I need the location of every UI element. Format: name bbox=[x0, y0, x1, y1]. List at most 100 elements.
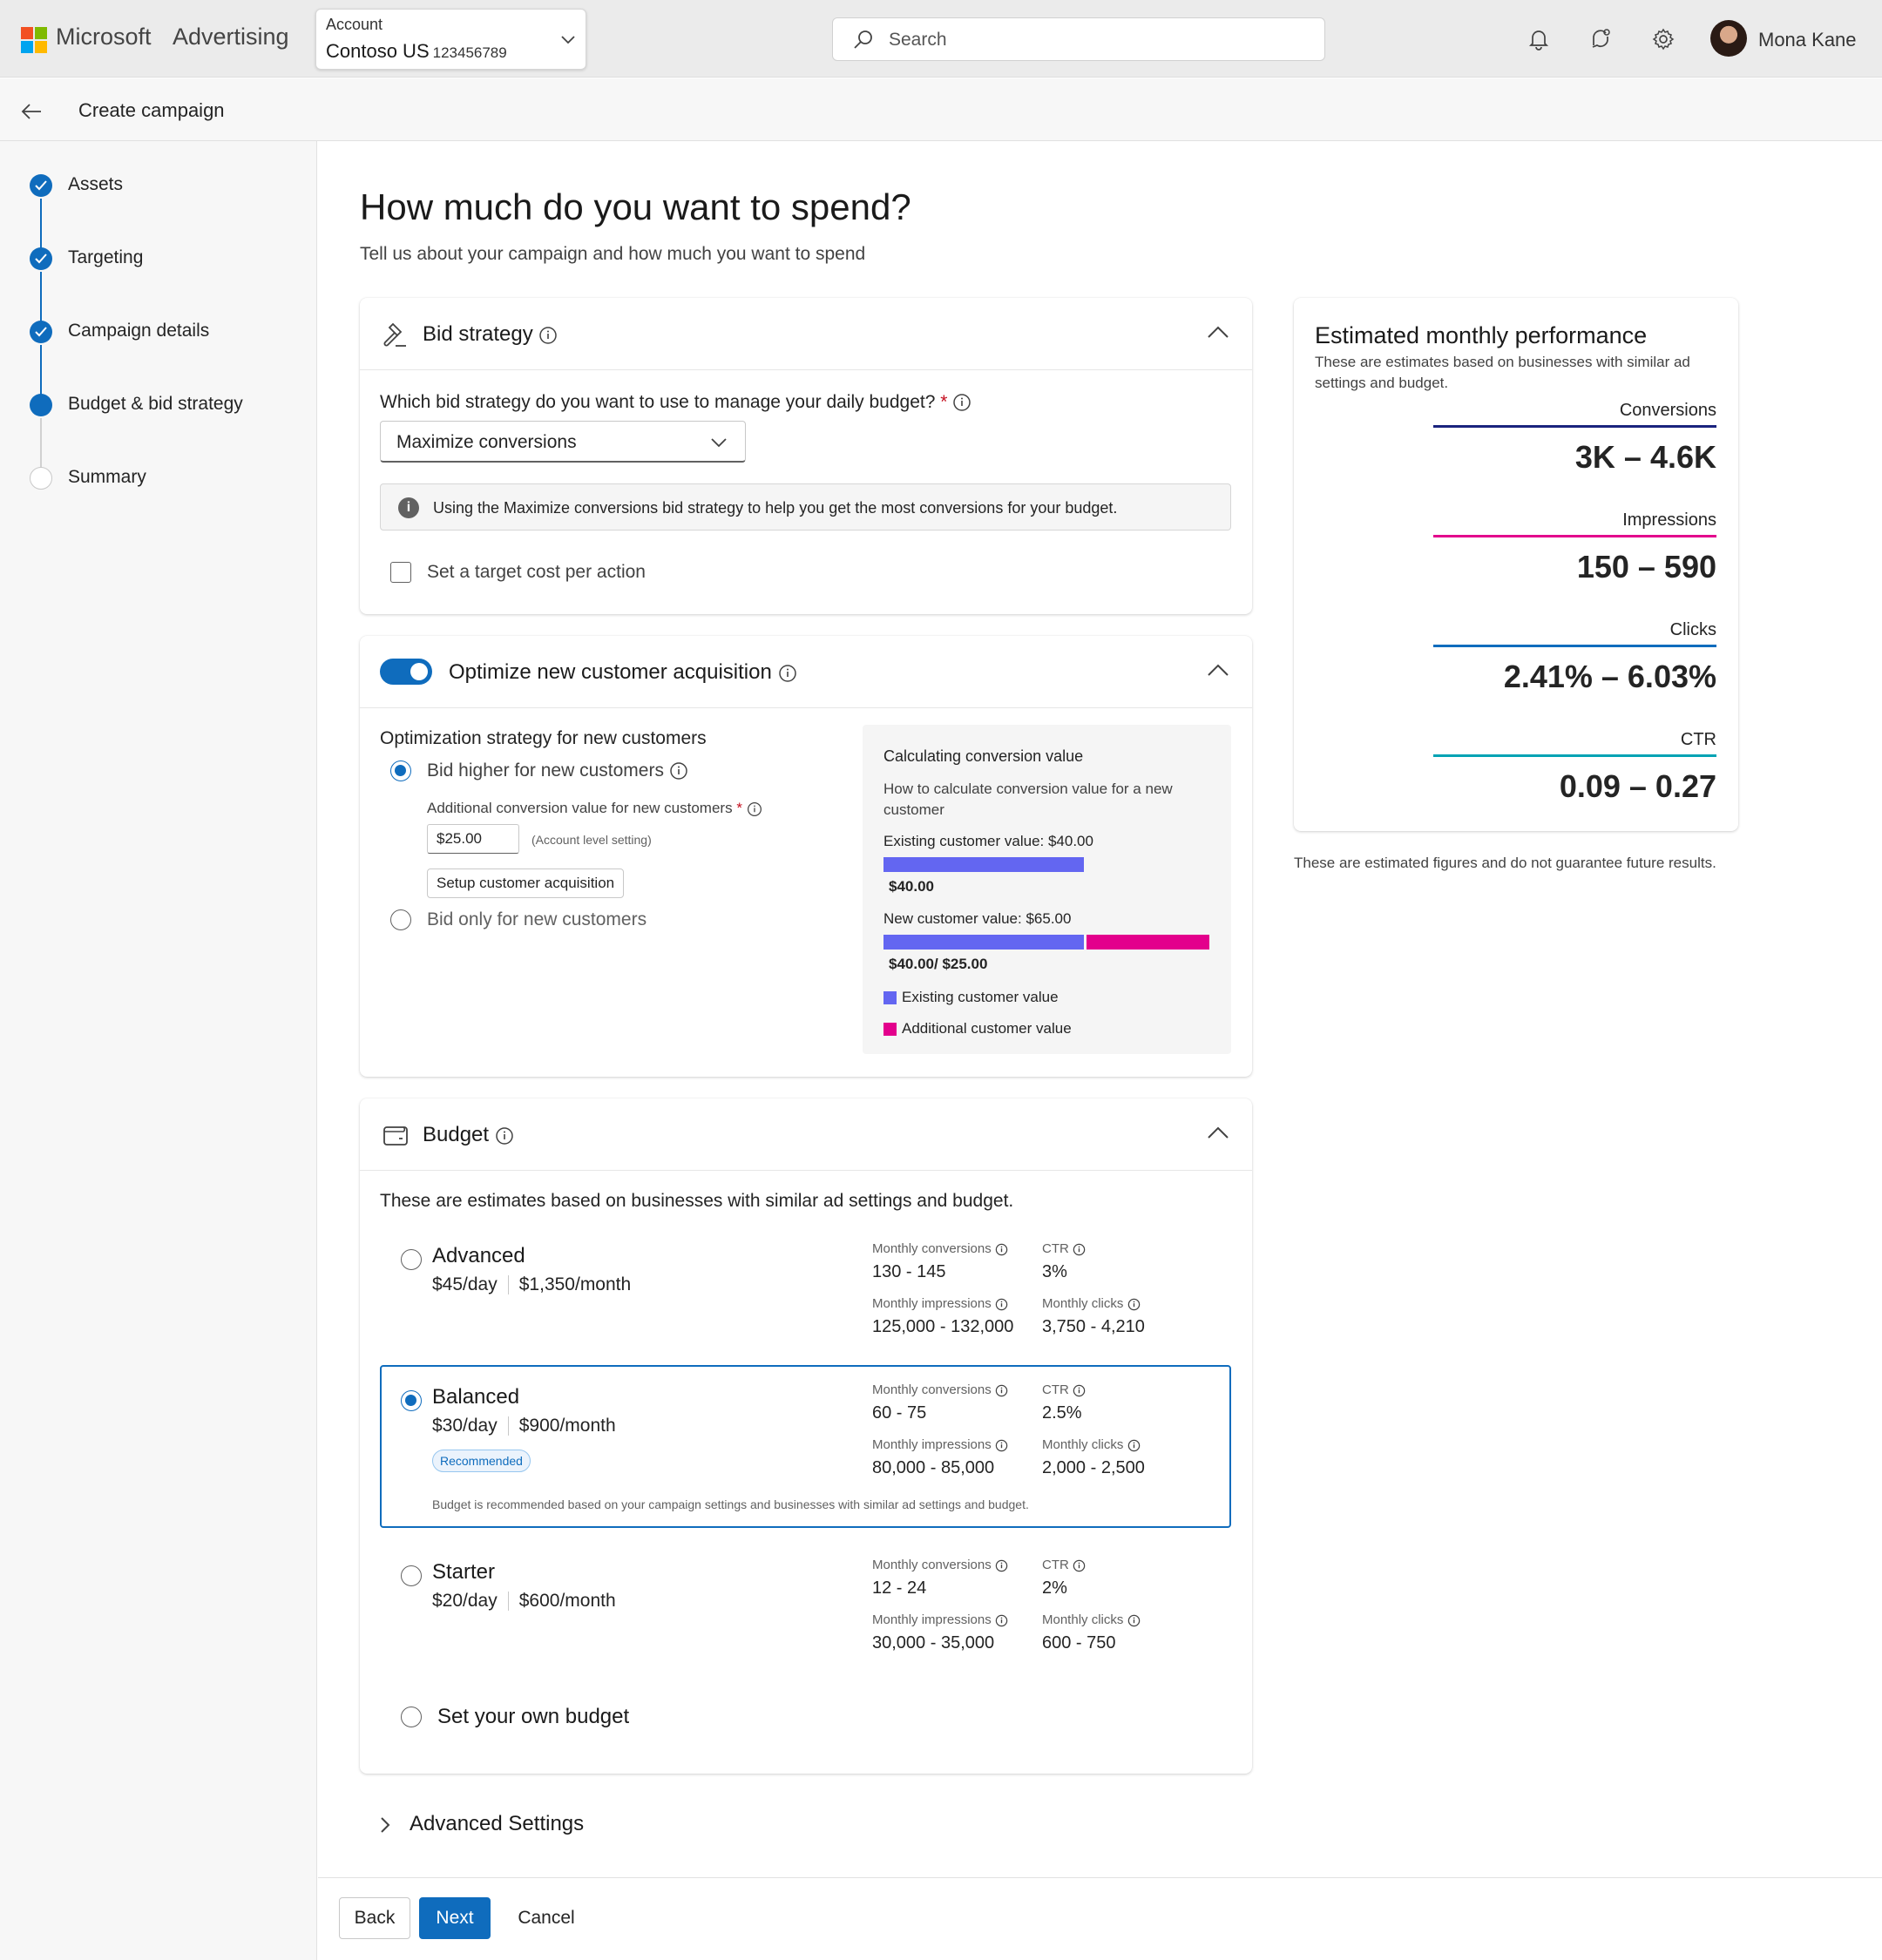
info-icon[interactable] bbox=[747, 801, 762, 817]
bid-higher-label[interactable]: Bid higher for new customers bbox=[427, 760, 688, 781]
budget-header[interactable]: Budget bbox=[360, 1098, 1252, 1171]
step-navigation: Assets Targeting Campaign details Budget… bbox=[0, 141, 317, 1960]
step-complete-icon bbox=[30, 174, 52, 197]
page-subtitle: Tell us about your campaign and how much… bbox=[360, 244, 866, 264]
starter-day-amount: $20 bbox=[432, 1591, 464, 1611]
own-budget-radio[interactable] bbox=[401, 1707, 422, 1727]
new-value-additional-bar bbox=[1087, 935, 1209, 950]
metric-label-text: Monthly clicks bbox=[1042, 1296, 1124, 1311]
account-label: Account bbox=[326, 16, 383, 33]
top-bar: Microsoft Advertising Account Contoso US… bbox=[0, 0, 1882, 78]
info-icon[interactable] bbox=[1127, 1298, 1141, 1311]
required-mark: * bbox=[736, 800, 742, 816]
info-icon[interactable] bbox=[995, 1559, 1008, 1572]
info-icon[interactable] bbox=[995, 1243, 1008, 1256]
optimization-strategy-label: Optimization strategy for new customers bbox=[380, 728, 707, 748]
bid-higher-radio[interactable] bbox=[390, 760, 411, 781]
info-icon[interactable] bbox=[952, 393, 971, 412]
bid-only-radio[interactable] bbox=[390, 909, 411, 930]
info-icon[interactable] bbox=[538, 326, 558, 345]
chevron-up-icon[interactable] bbox=[1207, 1125, 1229, 1142]
step-pending-icon bbox=[30, 467, 52, 490]
target-cpa-checkbox[interactable] bbox=[390, 562, 411, 583]
perf-impressions-value: 150 – 590 bbox=[1576, 549, 1716, 585]
info-icon[interactable] bbox=[1127, 1614, 1141, 1627]
target-cpa-label[interactable]: Set a target cost per action bbox=[427, 562, 646, 583]
balanced-note: Budget is recommended based on your camp… bbox=[432, 1497, 1029, 1511]
bid-strategy-header[interactable]: Bid strategy bbox=[360, 298, 1252, 370]
existing-value-bar-label: $40.00 bbox=[889, 878, 934, 895]
legend-additional-swatch bbox=[883, 1023, 897, 1036]
info-icon[interactable] bbox=[1073, 1243, 1086, 1256]
whats-new-icon[interactable] bbox=[1588, 26, 1614, 52]
account-level-note: (Account level setting) bbox=[531, 833, 652, 847]
info-icon[interactable] bbox=[995, 1439, 1008, 1452]
info-icon[interactable] bbox=[995, 1614, 1008, 1627]
step-label: Campaign details bbox=[68, 321, 210, 341]
additional-value-input[interactable] bbox=[427, 824, 519, 854]
balanced-month-unit: /month bbox=[559, 1416, 616, 1436]
step-connector bbox=[40, 272, 42, 322]
optimize-acquisition-toggle[interactable] bbox=[380, 659, 432, 685]
metric-label-clicks: Monthly clicks bbox=[1042, 1612, 1141, 1627]
bell-icon[interactable] bbox=[1526, 26, 1552, 52]
setup-customer-acquisition-button[interactable]: Setup customer acquisition bbox=[427, 868, 625, 898]
info-icon[interactable] bbox=[1073, 1384, 1086, 1397]
cancel-button[interactable]: Cancel bbox=[503, 1897, 590, 1939]
next-button[interactable]: Next bbox=[419, 1897, 491, 1939]
advanced-impressions: 125,000 - 132,000 bbox=[872, 1317, 1014, 1336]
starter-month-unit: /month bbox=[559, 1591, 616, 1611]
info-icon[interactable] bbox=[669, 761, 688, 781]
info-icon[interactable] bbox=[1127, 1439, 1141, 1452]
chevron-up-icon[interactable] bbox=[1207, 324, 1229, 341]
gear-icon[interactable] bbox=[1650, 26, 1676, 52]
chevron-down-icon bbox=[711, 438, 727, 448]
back-arrow-icon[interactable] bbox=[19, 99, 44, 124]
info-icon[interactable] bbox=[1073, 1559, 1086, 1572]
budget-advanced-radio[interactable] bbox=[401, 1249, 422, 1270]
metric-label-conversions: Monthly conversions bbox=[872, 1382, 1008, 1397]
metric-label-text: Monthly conversions bbox=[872, 1558, 992, 1572]
advanced-settings-toggle[interactable]: Advanced Settings bbox=[410, 1812, 584, 1836]
info-icon[interactable] bbox=[995, 1298, 1008, 1311]
metric-label-conversions: Monthly conversions bbox=[872, 1241, 1008, 1256]
step-label: Targeting bbox=[68, 247, 144, 267]
brand-microsoft: Microsoft bbox=[56, 24, 152, 50]
price-divider bbox=[507, 1275, 509, 1295]
info-icon[interactable] bbox=[495, 1126, 514, 1146]
search-input[interactable] bbox=[889, 27, 1307, 53]
account-name-text: Contoso US bbox=[326, 40, 430, 62]
bid-strategy-dropdown[interactable]: Maximize conversions bbox=[380, 421, 746, 463]
metric-label-text: CTR bbox=[1042, 1558, 1069, 1572]
metric-label-impressions: Monthly impressions bbox=[872, 1437, 1008, 1452]
chevron-right-icon[interactable] bbox=[378, 1815, 392, 1835]
perf-clicks-value: 2.41% – 6.03% bbox=[1503, 659, 1716, 694]
user-name[interactable]: Mona Kane bbox=[1758, 29, 1857, 51]
bid-strategy-question-text: Which bid strategy do you want to use to… bbox=[380, 392, 936, 412]
advanced-day-unit: /day bbox=[463, 1274, 498, 1294]
back-button[interactable]: Back bbox=[339, 1897, 410, 1939]
search-box[interactable] bbox=[832, 17, 1325, 61]
step-current-icon bbox=[30, 394, 52, 416]
info-icon[interactable] bbox=[995, 1384, 1008, 1397]
budget-starter-name: Starter bbox=[432, 1560, 496, 1584]
optimize-acquisition-title-text: Optimize new customer acquisition bbox=[449, 660, 772, 684]
bid-only-label[interactable]: Bid only for new customers bbox=[427, 909, 647, 930]
budget-balanced-radio[interactable] bbox=[401, 1390, 422, 1411]
wallet-icon bbox=[383, 1126, 408, 1146]
account-selector[interactable]: Account Contoso US 123456789 bbox=[315, 9, 586, 70]
perf-impressions-label: Impressions bbox=[1622, 510, 1716, 530]
account-number: 123456789 bbox=[432, 44, 507, 61]
balanced-day-unit: /day bbox=[463, 1416, 498, 1436]
bid-strategy-title-text: Bid strategy bbox=[423, 322, 533, 346]
bid-strategy-info-bar: i Using the Maximize conversions bid str… bbox=[380, 483, 1231, 531]
chevron-up-icon[interactable] bbox=[1207, 662, 1229, 679]
own-budget-label[interactable]: Set your own budget bbox=[437, 1705, 629, 1729]
metric-label-text: Monthly impressions bbox=[872, 1612, 992, 1627]
info-icon[interactable] bbox=[778, 664, 797, 683]
optimize-acquisition-header[interactable]: Optimize new customer acquisition bbox=[360, 636, 1252, 708]
avatar[interactable] bbox=[1710, 20, 1747, 57]
existing-value-bar bbox=[883, 857, 1084, 872]
budget-starter-radio[interactable] bbox=[401, 1565, 422, 1586]
step-connector bbox=[40, 418, 42, 469]
